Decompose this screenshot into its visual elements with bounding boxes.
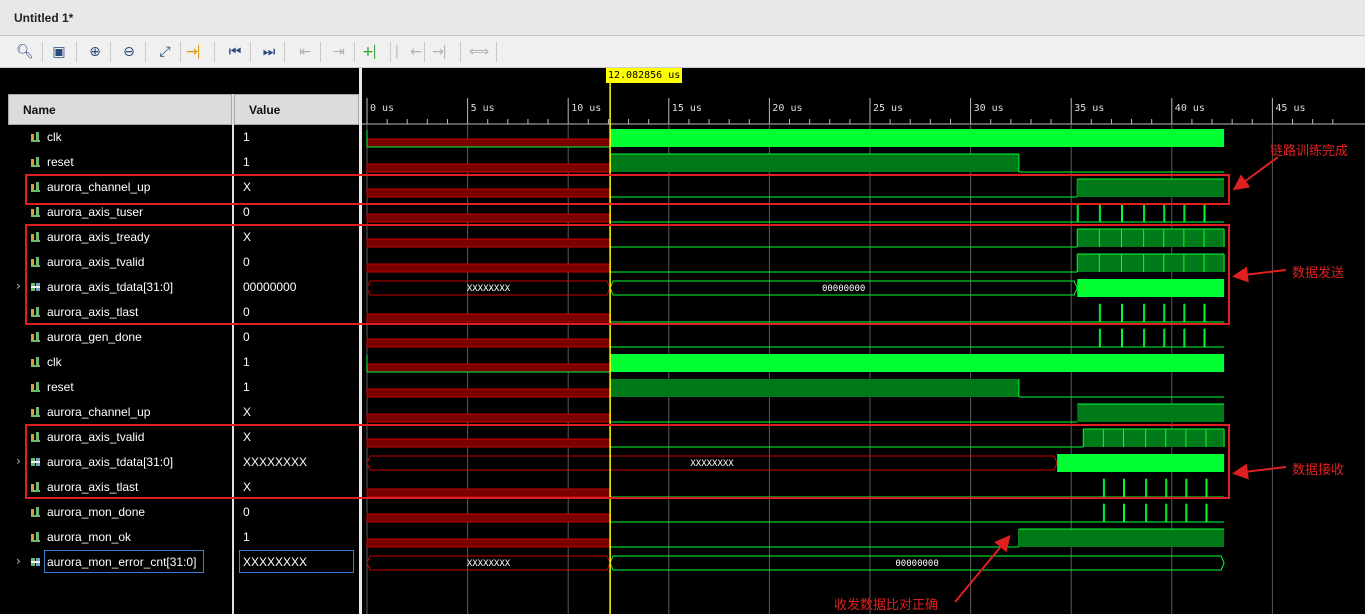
- annotation-arrows: [954, 156, 1287, 603]
- annotation-tx: 数据发送: [1292, 266, 1345, 281]
- annotation-compare-ok: 收发数据比对正确: [834, 598, 939, 613]
- arrow-link-trained: [1232, 156, 1279, 191]
- annotation-link-trained: 链路训练完成: [1270, 144, 1349, 159]
- arrow-compare-ok: [954, 534, 1011, 603]
- arrow-rx: [1232, 463, 1287, 480]
- arrow-tx: [1232, 266, 1287, 283]
- annotation-rx: 数据接收: [1292, 463, 1345, 478]
